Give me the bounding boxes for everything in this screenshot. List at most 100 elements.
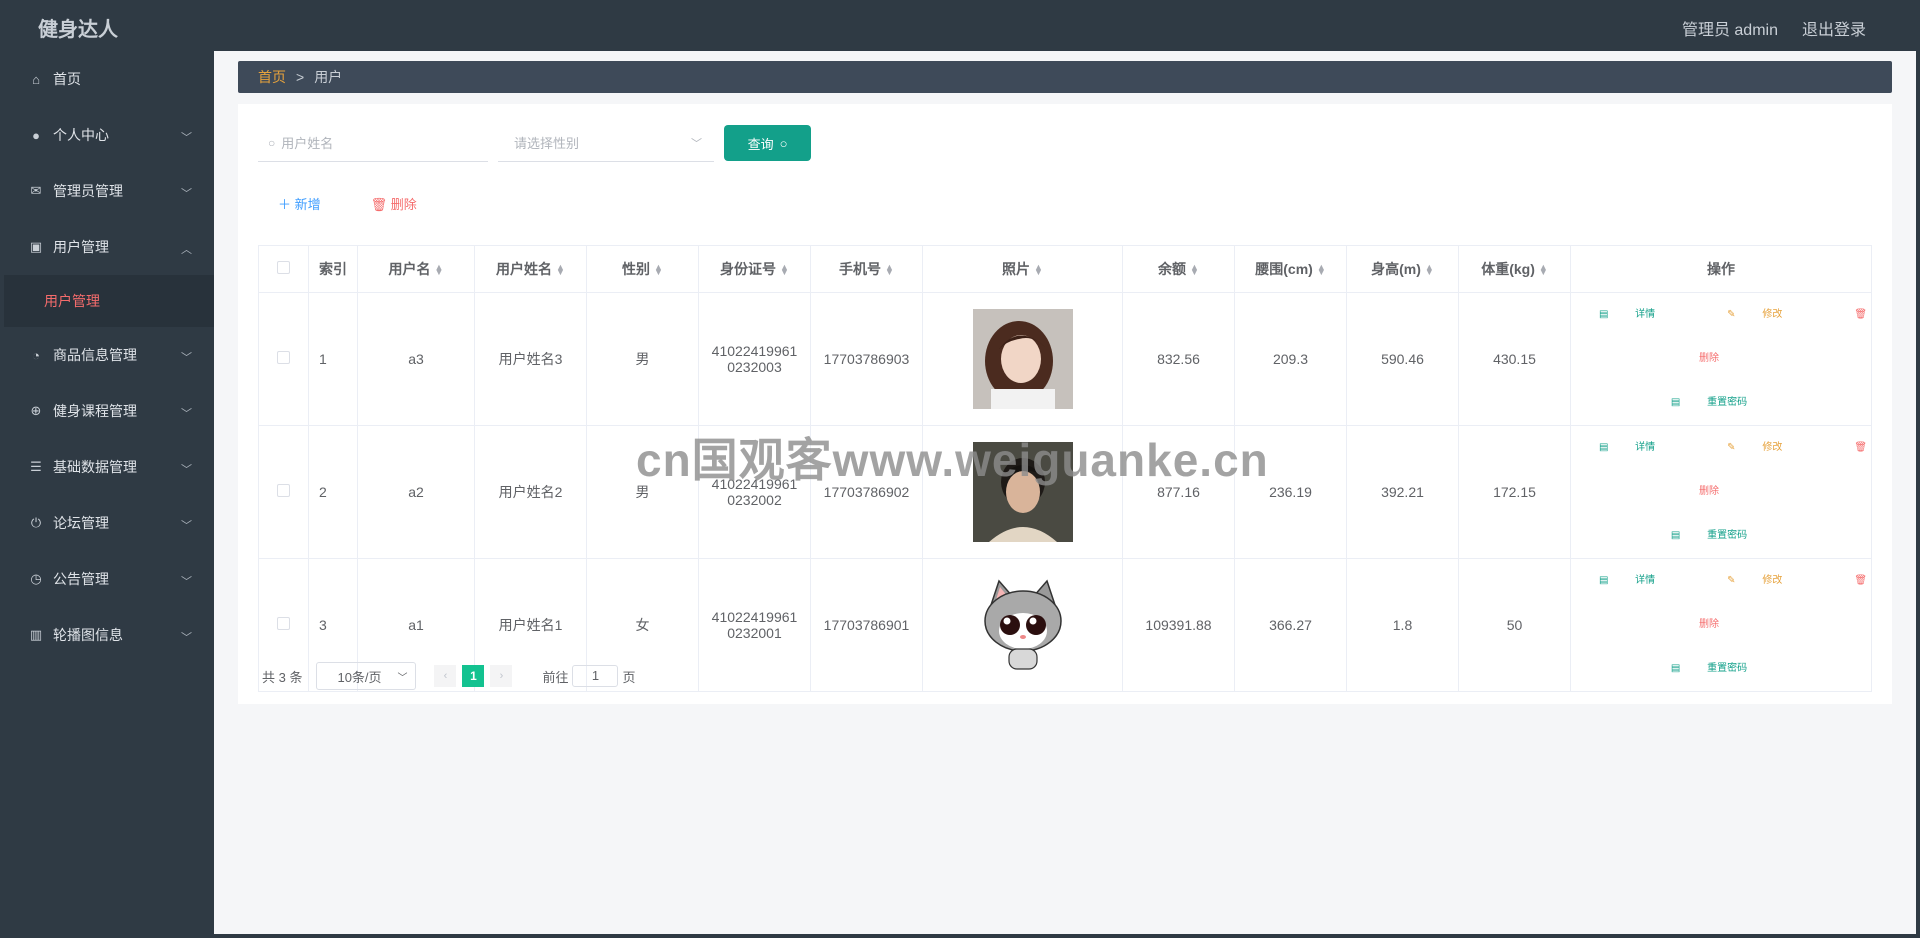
prev-page-button[interactable]: ‹ (434, 665, 457, 687)
plus-icon: ＋ (278, 197, 295, 212)
chevron-down-icon: ﹀ (181, 352, 192, 364)
chevron-left-icon: ‹ (443, 670, 448, 682)
cell-height: 1.8 (1346, 558, 1459, 692)
user-photo (972, 575, 1073, 675)
edit-button[interactable]: ✎ 修改 (1727, 575, 1806, 586)
breadcrumb-current: 用户 (314, 69, 343, 85)
username-search-input[interactable]: ○ 用户姓名 (258, 124, 488, 162)
batch-delete-button[interactable]: 🗑 删除 (371, 194, 417, 213)
cell-phone: 17703786901 (810, 558, 923, 692)
sidebar-item-forum[interactable]: ⏻ 论坛管理 ﹀ (4, 495, 214, 551)
watermark-text: cn国观客www.weiguanke.cn (636, 434, 1269, 486)
top-header: 健身达人 管理员 admin 退出登录 (4, 4, 1916, 51)
power-icon: ⏻ (30, 515, 42, 530)
row-checkbox[interactable] (277, 351, 290, 364)
row-select-cell (258, 425, 309, 559)
sidebar-item-notices[interactable]: ◷ 公告管理 ﹀ (4, 551, 214, 607)
sort-icon[interactable]: ▲ ▼ (1190, 263, 1199, 277)
sort-icon[interactable]: ▲ ▼ (654, 263, 663, 277)
row-checkbox[interactable] (277, 484, 290, 497)
select-all-checkbox[interactable] (277, 261, 290, 274)
sidebar-item-label: 个人中心 (53, 127, 109, 143)
next-page-button[interactable]: › (490, 665, 513, 687)
sidebar-item-basedata[interactable]: ☰ 基础数据管理 ﹀ (4, 439, 214, 495)
reset-password-button[interactable]: ▤ 重置密码 (1671, 663, 1771, 674)
sort-icon[interactable]: ▲ ▼ (780, 263, 789, 277)
sidebar-item-carousel[interactable]: ▥ 轮播图信息 ﹀ (4, 607, 214, 663)
delete-label: 删除 (1699, 619, 1719, 630)
col-weight[interactable]: 体重(kg) ▲ ▼ (1458, 245, 1571, 293)
logout-button[interactable]: 退出登录 (1802, 16, 1866, 40)
col-username[interactable]: 用户名 ▲ ▼ (357, 245, 475, 293)
sidebar-item-label: 轮播图信息 (53, 627, 123, 643)
edit-label: 修改 (1762, 442, 1783, 453)
sidebar-item-label: 基础数据管理 (53, 459, 137, 475)
goto-suffix: 页 (622, 669, 636, 685)
col-waist[interactable]: 腰围(cm) ▲ ▼ (1234, 245, 1347, 293)
sort-icon[interactable]: ▲ ▼ (1034, 263, 1043, 277)
submenu-user-management[interactable]: 用户管理 (4, 275, 214, 327)
col-label: 照片 (1002, 261, 1031, 277)
col-label: 体重(kg) (1481, 261, 1535, 277)
col-index: 索引 (308, 245, 358, 293)
col-gender[interactable]: 性别 ▲ ▼ (586, 245, 699, 293)
add-button[interactable]: ＋ 新增 (278, 194, 321, 213)
cell-actions: ▤ 详情 ✎ 修改 🗑 删除 ▤ 重置密码 (1570, 558, 1872, 692)
col-height[interactable]: 身高(m) ▲ ▼ (1346, 245, 1459, 293)
detail-button[interactable]: ▤ 详情 (1599, 575, 1679, 586)
cell-username: a2 (357, 425, 475, 559)
row-checkbox[interactable] (277, 617, 290, 630)
sort-icon[interactable]: ▲ ▼ (435, 263, 444, 277)
sidebar-item-label: 用户管理 (53, 239, 109, 255)
col-photo[interactable]: 照片 ▲ ▼ (922, 245, 1123, 293)
sidebar-item-admins[interactable]: ✉ 管理员管理 ﹀ (4, 163, 214, 219)
username-placeholder: 用户姓名 (281, 136, 334, 151)
col-idcard[interactable]: 身份证号 ▲ ▼ (698, 245, 811, 293)
add-label: 新增 (294, 197, 321, 212)
sort-icon[interactable]: ▲ ▼ (1539, 263, 1548, 277)
page-size-value: 10条/页 (337, 669, 382, 685)
trash-icon: 🗑 (370, 197, 391, 212)
col-label: 腰围(cm) (1255, 261, 1313, 277)
col-label: 用户名 (388, 261, 431, 277)
sidebar-item-courses[interactable]: ⊕ 健身课程管理 ﹀ (4, 383, 214, 439)
reset-password-button[interactable]: ▤ 重置密码 (1671, 397, 1771, 408)
cell-realname: 用户姓名2 (474, 425, 587, 559)
admin-user-label[interactable]: 管理员 admin (1682, 16, 1778, 40)
sidebar-item-products[interactable]: ◔ 商品信息管理 ﹀ (4, 327, 214, 383)
query-button[interactable]: 查询 ○ (724, 125, 811, 161)
sort-icon[interactable]: ▲ ▼ (1425, 263, 1434, 277)
breadcrumb-home[interactable]: 首页 (258, 67, 286, 87)
cell-weight: 430.15 (1458, 292, 1571, 426)
col-label: 用户姓名 (496, 261, 553, 277)
cell-actions: ▤ 详情 ✎ 修改 🗑 删除 ▤ 重置密码 (1570, 292, 1872, 426)
sidebar-item-label: 健身课程管理 (53, 403, 137, 419)
id-line-2: 0232001 (727, 625, 782, 641)
user-photo (972, 309, 1073, 409)
edit-button[interactable]: ✎ 修改 (1727, 442, 1806, 453)
gender-select[interactable]: 请选择性别 ﹀ (498, 124, 714, 162)
sidebar-item-profile[interactable]: ● 个人中心 ﹀ (4, 107, 214, 163)
detail-button[interactable]: ▤ 详情 (1599, 309, 1679, 320)
goto-page-input[interactable]: 1 (572, 665, 619, 687)
reset-password-button[interactable]: ▤ 重置密码 (1671, 530, 1771, 541)
chevron-down-icon: ﹀ (181, 520, 192, 532)
sort-icon[interactable]: ▲ ▼ (1317, 263, 1326, 277)
cell-waist: 209.3 (1234, 292, 1347, 426)
edit-button[interactable]: ✎ 修改 (1727, 309, 1806, 320)
sidebar-item-label: 管理员管理 (53, 183, 123, 199)
query-label: 查询 (747, 136, 774, 152)
detail-button[interactable]: ▤ 详情 (1599, 442, 1679, 453)
col-realname[interactable]: 用户姓名 ▲ ▼ (474, 245, 587, 293)
sort-icon[interactable]: ▲ ▼ (556, 263, 565, 277)
sidebar-item-users[interactable]: ▣ 用户管理 ︿ (4, 219, 214, 275)
page-size-select[interactable]: 10条/页 ﹀ (316, 662, 417, 690)
page-number-current[interactable]: 1 (462, 665, 485, 687)
cell-realname: 用户姓名3 (474, 292, 587, 426)
sort-icon[interactable]: ▲ ▼ (885, 263, 894, 277)
chevron-down-icon: ﹀ (181, 408, 192, 420)
id-line-1: 41022419961 (711, 609, 798, 625)
sidebar-item-home[interactable]: ⌂ 首页 (4, 51, 214, 107)
col-phone[interactable]: 手机号 ▲ ▼ (810, 245, 923, 293)
col-balance[interactable]: 余额 ▲ ▼ (1122, 245, 1235, 293)
